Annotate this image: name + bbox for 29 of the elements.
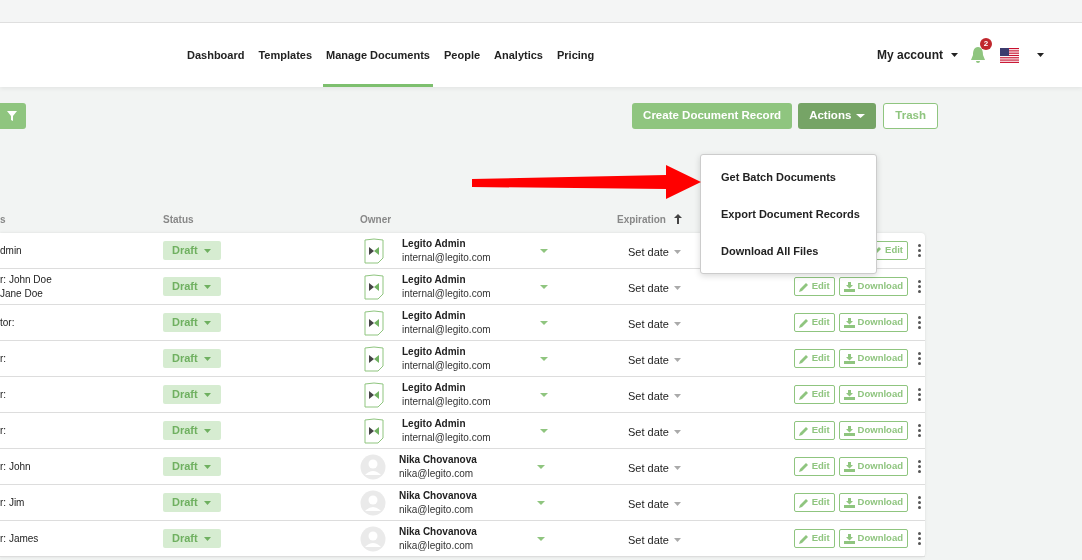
table-cell-text: r: xyxy=(0,423,8,438)
table-cell-text: tor: xyxy=(0,315,16,330)
owner-name: Nika Chovanova xyxy=(399,524,478,539)
owner-name: Legito Admin xyxy=(402,416,467,431)
table-cell-text: Jane Doe xyxy=(0,286,44,301)
owner-name: Legito Admin xyxy=(402,272,467,287)
owner-email: internal@legito.com xyxy=(402,286,492,301)
owner-email: nika@legito.com xyxy=(399,466,475,481)
owner-name: Nika Chovanova xyxy=(399,452,478,467)
table-cell-text: r: xyxy=(0,387,8,402)
owner-email: internal@legito.com xyxy=(402,430,492,445)
owner-name: Legito Admin xyxy=(402,308,467,323)
table-cell-text: r: John Doe xyxy=(0,272,53,287)
table-cell-text: r: James xyxy=(0,531,40,546)
table-cell-text: r: xyxy=(0,351,8,366)
table-cell-text: r: Jim xyxy=(0,495,26,510)
owner-name: Nika Chovanova xyxy=(399,488,478,503)
owner-email: internal@legito.com xyxy=(402,394,492,409)
owner-email: internal@legito.com xyxy=(402,322,492,337)
owner-email: nika@legito.com xyxy=(399,502,475,517)
owner-name: Legito Admin xyxy=(402,344,467,359)
owner-email: internal@legito.com xyxy=(402,358,492,373)
notification-badge: 2 xyxy=(980,38,992,50)
owner-name: Legito Admin xyxy=(402,236,467,251)
owner-email: internal@legito.com xyxy=(402,250,492,265)
owner-email: nika@legito.com xyxy=(399,538,475,553)
owner-name: Legito Admin xyxy=(402,380,467,395)
table-cell-text: r: John xyxy=(0,459,32,474)
table-cell-text: dmin xyxy=(0,243,23,258)
